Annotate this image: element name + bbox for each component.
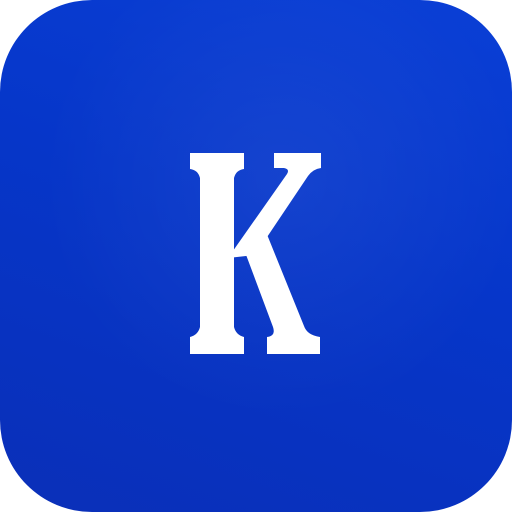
app-icon[interactable] bbox=[0, 0, 512, 512]
k-lower-leg bbox=[242, 232, 320, 354]
letter-k-logo-icon bbox=[190, 153, 321, 354]
